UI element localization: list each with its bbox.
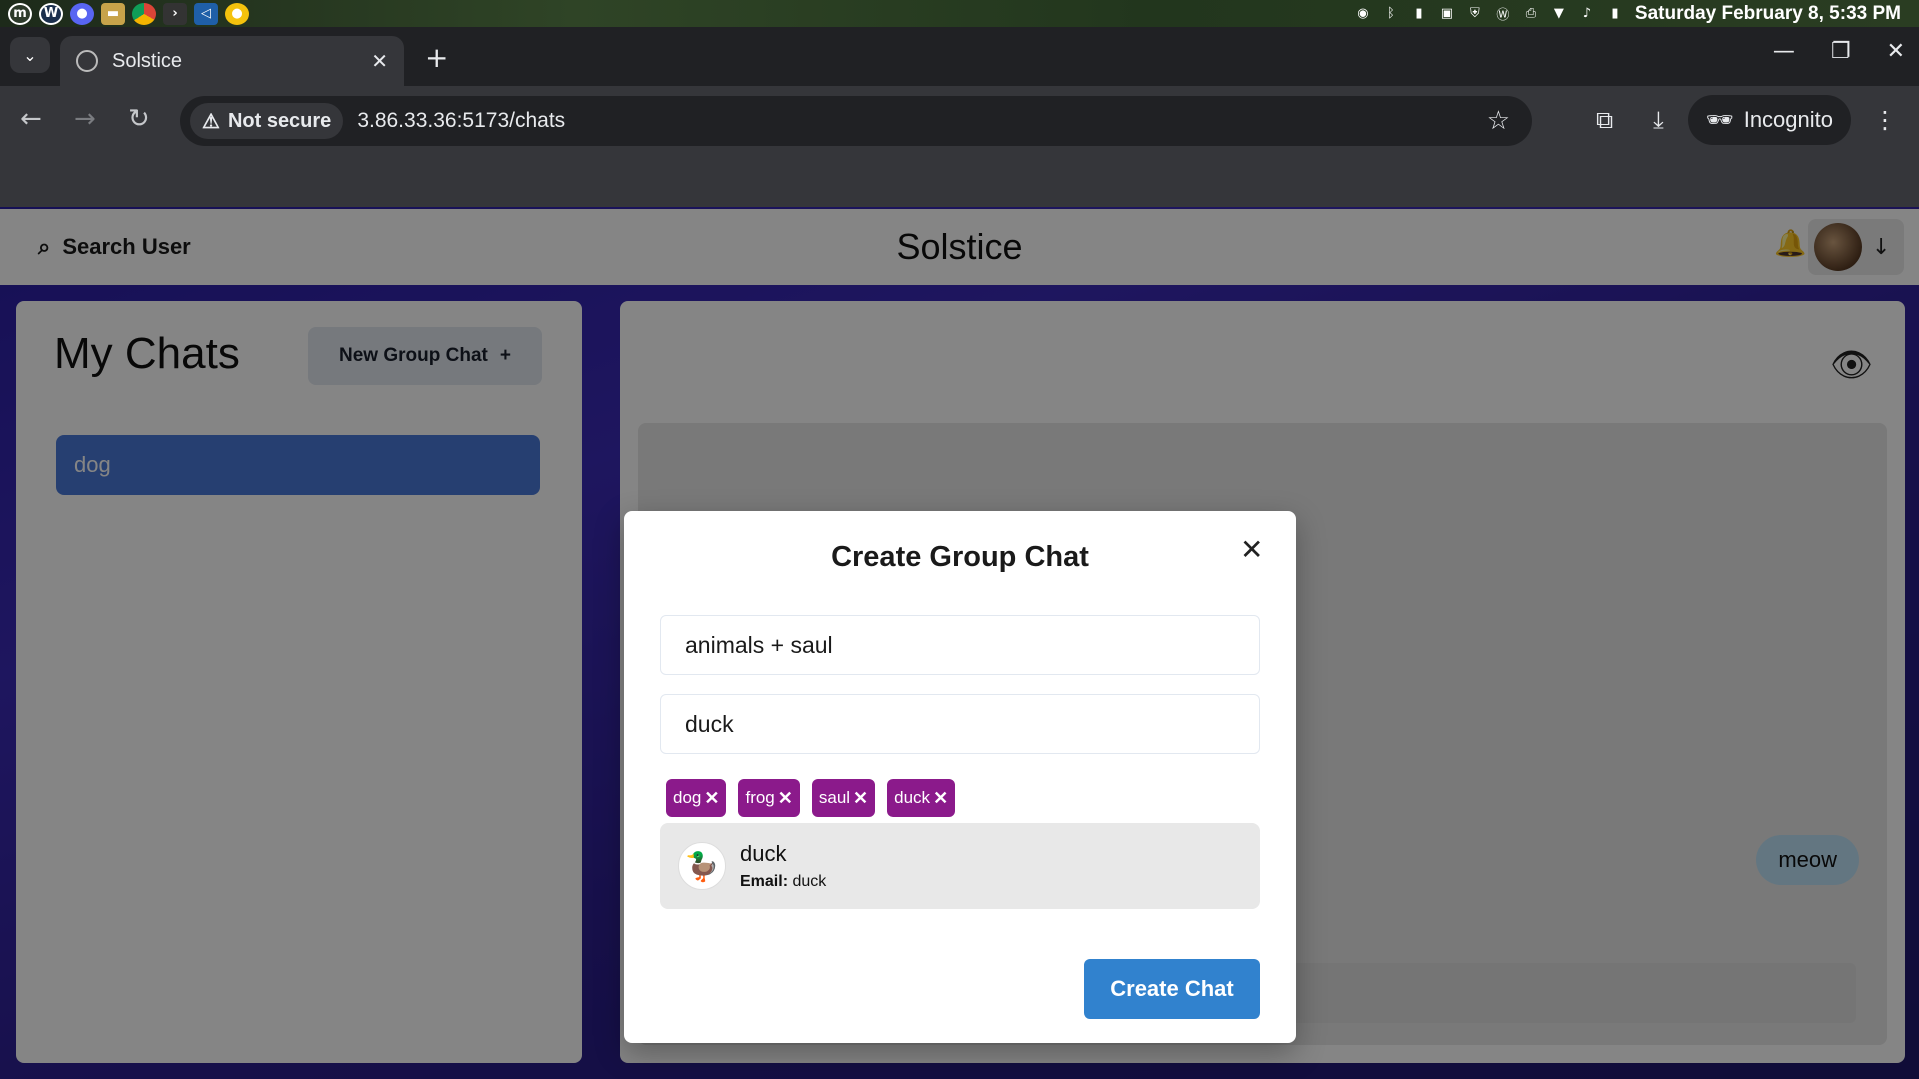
system-clock[interactable]: Saturday February 8, 5:33 PM <box>1635 3 1901 25</box>
duck-avatar: 🦆 <box>678 842 726 890</box>
printer-icon[interactable]: ⎙ <box>1523 6 1539 22</box>
new-tab-icon[interactable]: + <box>425 41 448 74</box>
email-label: Email: <box>740 873 789 890</box>
remove-icon[interactable]: ✕ <box>778 788 793 809</box>
system-tray: ◉ ᛒ ▮ ▣ ⛨ Ⓦ ⎙ ▼ ♪ ▮ Saturday February 8,… <box>1355 3 1911 25</box>
chat-name-input[interactable]: animals + saul <box>660 615 1260 675</box>
address-bar[interactable]: ⚠ Not secure 3.86.33.36:5173/chats ☆ <box>180 96 1532 146</box>
user-chip[interactable]: dog ✕ <box>666 779 727 817</box>
user-chip[interactable]: saul ✕ <box>811 779 876 817</box>
chevron-down-icon: ⌄ <box>23 45 37 65</box>
security-chip[interactable]: ⚠ Not secure <box>190 103 344 139</box>
toolbar-right: ⧉ ⤓ 🕶 Incognito ⋮ <box>1596 86 1919 154</box>
tab-title: Solstice <box>112 49 183 72</box>
warning-triangle-icon: ⚠ <box>202 110 220 133</box>
files-icon[interactable]: ▬ <box>101 2 125 25</box>
remove-icon[interactable]: ✕ <box>853 788 868 809</box>
add-users-input[interactable]: duck <box>660 694 1260 754</box>
chrome-canary-icon[interactable]: ● <box>225 2 249 25</box>
mint-menu-icon[interactable]: m <box>8 2 32 25</box>
window-controls: — ❐ ✕ <box>1773 39 1905 64</box>
vscode-icon[interactable]: ◁ <box>194 2 218 25</box>
remove-icon[interactable]: ✕ <box>704 788 719 809</box>
chip-label: dog <box>673 788 702 807</box>
forward-arrow-icon[interactable]: → <box>74 104 96 134</box>
kebab-menu-icon[interactable]: ⋮ <box>1873 106 1897 134</box>
security-label: Not secure <box>227 109 332 132</box>
wifi-icon[interactable]: ▼ <box>1551 6 1567 22</box>
volume-icon[interactable]: ♪ <box>1579 6 1595 22</box>
browser-tab-strip: ⌄ Solstice ✕ + — ❐ ✕ <box>0 27 1919 86</box>
user-chip[interactable]: frog ✕ <box>738 779 800 817</box>
discord-icon[interactable]: ● <box>70 2 94 25</box>
bookmark-star-icon[interactable]: ☆ <box>1487 106 1510 136</box>
modal-title: Create Group Chat <box>831 541 1089 573</box>
chip-label: saul <box>818 788 851 807</box>
remove-icon[interactable]: ✕ <box>933 788 948 809</box>
battery-small-icon[interactable]: ▮ <box>1411 6 1427 22</box>
incognito-label: Incognito <box>1743 107 1833 132</box>
chrome-icon[interactable] <box>132 2 156 25</box>
chip-label: duck <box>894 788 931 807</box>
selected-users: dog ✕ frog ✕ saul ✕ duck ✕ <box>666 779 956 817</box>
bluetooth-icon[interactable]: ᛒ <box>1383 6 1399 22</box>
email-value: duck <box>792 873 827 890</box>
system-top-bar: m W ● ▬ › ◁ ● ◉ ᛒ ▮ ▣ ⛨ Ⓦ ⎙ ▼ ♪ ▮ Saturd… <box>0 0 1919 27</box>
result-info: duck Email: duck <box>740 841 826 891</box>
minimize-icon[interactable]: — <box>1773 39 1795 64</box>
browser-tab[interactable]: Solstice ✕ <box>60 36 404 86</box>
globe-icon <box>76 50 98 72</box>
close-window-icon[interactable]: ✕ <box>1887 39 1905 64</box>
result-email: Email: duck <box>740 873 826 891</box>
clipboard-icon[interactable]: ▣ <box>1439 6 1455 22</box>
close-tab-icon[interactable]: ✕ <box>371 49 388 74</box>
extensions-icon[interactable]: ⧉ <box>1596 106 1613 134</box>
create-group-chat-modal: Create Group Chat ✕ animals + saul duck … <box>624 511 1296 1043</box>
chip-label: frog <box>745 788 775 807</box>
download-icon[interactable]: ⤓ <box>1653 106 1664 134</box>
create-chat-button[interactable]: Create Chat <box>1084 959 1260 1019</box>
terminal-icon[interactable]: › <box>163 2 187 25</box>
discord-tray-icon[interactable]: ◉ <box>1355 6 1371 22</box>
user-search-result[interactable]: 🦆 duck Email: duck <box>660 823 1260 909</box>
wordpress-tray-icon[interactable]: Ⓦ <box>1495 6 1511 23</box>
shield-icon[interactable]: ⛨ <box>1467 6 1483 22</box>
taskbar-apps: m W ● ▬ › ◁ ● <box>8 2 249 25</box>
close-icon[interactable]: ✕ <box>1240 533 1263 566</box>
result-name: duck <box>740 841 787 866</box>
restore-icon[interactable]: ❐ <box>1831 39 1851 64</box>
app-viewport: ⌕ Search User Solstice 🔔 ↓ My Chats New … <box>0 207 1919 1079</box>
browser-toolbar: ← → ↻ ⚠ Not secure 3.86.33.36:5173/chats… <box>0 86 1919 154</box>
battery-icon[interactable]: ▮ <box>1607 6 1623 22</box>
wordpress-icon[interactable]: W <box>39 2 63 25</box>
bookmark-bar <box>0 154 1919 207</box>
url-text[interactable]: 3.86.33.36:5173/chats <box>357 109 565 133</box>
reload-icon[interactable]: ↻ <box>128 104 150 134</box>
incognito-badge[interactable]: 🕶 Incognito <box>1687 95 1851 145</box>
incognito-icon: 🕶 <box>1705 107 1734 132</box>
user-chip[interactable]: duck ✕ <box>887 779 956 817</box>
tab-search-button[interactable]: ⌄ <box>10 37 50 73</box>
back-arrow-icon[interactable]: ← <box>20 104 42 134</box>
